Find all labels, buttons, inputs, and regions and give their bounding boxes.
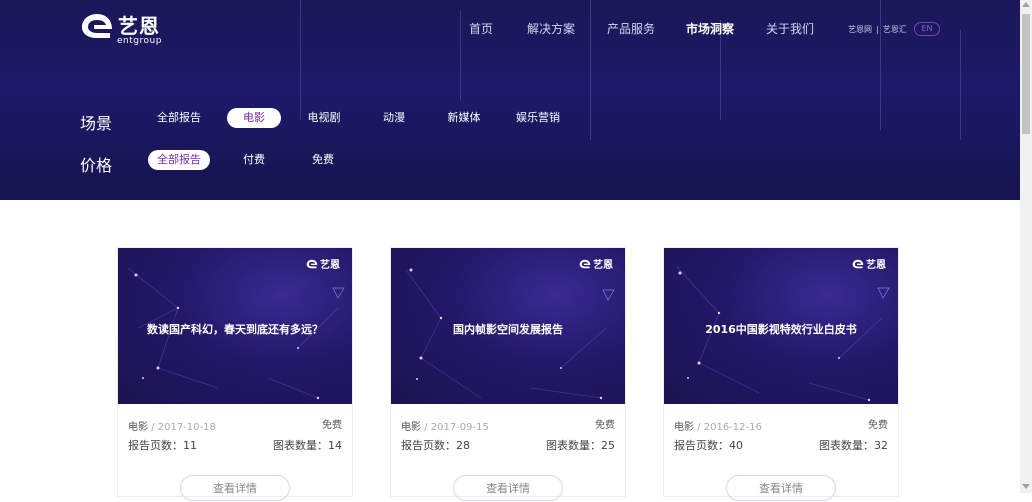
report-meta: 电影 / 2017-09-15 (401, 418, 489, 433)
scene-chip-tv[interactable]: 电视剧 (300, 108, 348, 128)
scene-chip-all[interactable]: 全部报告 (152, 108, 206, 128)
background-streak (460, 10, 461, 100)
sub-link-separator: | (876, 25, 879, 34)
view-details-button[interactable]: 查看详情 (180, 475, 290, 501)
report-card[interactable]: 艺恩 国内帧影空间发展报告 电影 / 2017-09-15 免费 报告页数：28… (390, 247, 626, 501)
report-chart-count: 图表数量：25 (546, 439, 615, 452)
language-toggle-button[interactable]: EN (914, 22, 940, 36)
report-page-count: 报告页数：40 (674, 439, 743, 452)
view-details-button[interactable]: 查看详情 (453, 475, 563, 501)
brand-name-en: entgroup (117, 36, 162, 46)
card-logo-text: 艺恩 (320, 260, 340, 271)
nav-solutions[interactable]: 解决方案 (527, 20, 575, 37)
report-meta: 电影 / 2016-12-16 (674, 418, 762, 433)
report-meta: 电影 / 2017-10-18 (128, 418, 216, 433)
view-details-button[interactable]: 查看详情 (726, 475, 836, 501)
report-cover-image: 艺恩 数读国产科幻，春天到底还有多远？ (118, 248, 352, 404)
report-title: 国内帧影空间发展报告 (453, 323, 563, 336)
price-chip-all[interactable]: 全部报告 (148, 150, 210, 170)
sub-link-entgroup[interactable]: 艺恩网 (848, 25, 872, 34)
report-card[interactable]: 艺恩 数读国产科幻，春天到底还有多远？ 电影 / 2017-10-18 免费 报… (117, 247, 353, 501)
report-cover-image: 艺恩 2016中国影视特效行业白皮书 (664, 248, 898, 404)
report-date: / 2017-10-18 (151, 422, 216, 433)
scene-filter-label: 场景 (80, 114, 113, 133)
report-page-count: 报告页数：11 (128, 439, 197, 452)
scrollbar-thumb[interactable] (1022, 14, 1030, 134)
entgroup-logo-icon (306, 259, 318, 269)
scene-chip-anime[interactable]: 动漫 (374, 108, 414, 128)
report-price: 免费 (595, 420, 615, 431)
price-chip-paid[interactable]: 付费 (236, 150, 272, 170)
nav-market-insight[interactable]: 市场洞察 (686, 20, 734, 37)
price-filter-label: 价格 (80, 156, 113, 175)
report-cover-image: 艺恩 国内帧影空间发展报告 (391, 248, 625, 404)
scroll-down-arrow-icon[interactable] (1022, 484, 1030, 489)
report-title: 数读国产科幻，春天到底还有多远？ (147, 323, 323, 336)
nav-products[interactable]: 产品服务 (607, 20, 655, 37)
report-date: / 2016-12-16 (697, 422, 762, 433)
background-streak (300, 0, 301, 120)
report-date: / 2017-09-15 (424, 422, 489, 433)
report-chart-count: 图表数量：14 (273, 439, 342, 452)
price-chip-free[interactable]: 免费 (305, 150, 341, 170)
nav-home[interactable]: 首页 (469, 20, 493, 37)
report-price: 免费 (322, 420, 342, 431)
background-streak (880, 0, 881, 130)
report-category: 电影 (128, 422, 148, 433)
entgroup-logo-icon (579, 259, 591, 269)
card-logo-text: 艺恩 (866, 260, 886, 271)
report-category: 电影 (674, 422, 694, 433)
brand-logo[interactable]: 艺恩 entgroup (80, 10, 170, 46)
card-brand-logo: 艺恩 (852, 258, 888, 272)
background-streak (590, 0, 591, 140)
sub-links: 艺恩网 | 艺恩汇 (848, 24, 907, 35)
vertical-scrollbar[interactable] (1020, 0, 1032, 493)
scroll-up-arrow-icon[interactable] (1022, 2, 1030, 7)
card-brand-logo: 艺恩 (306, 258, 342, 272)
brand-name-cn: 艺恩 (118, 14, 160, 38)
report-title: 2016中国影视特效行业白皮书 (705, 323, 857, 336)
report-page-count: 报告页数：28 (401, 439, 470, 452)
nav-about[interactable]: 关于我们 (766, 20, 814, 37)
report-price: 免费 (868, 420, 888, 431)
entgroup-logo-icon (852, 259, 864, 269)
background-streak (960, 30, 961, 140)
entgroup-logo-icon (82, 14, 112, 38)
scene-chip-entertainment-marketing[interactable]: 娱乐营销 (512, 108, 564, 128)
report-category: 电影 (401, 422, 421, 433)
hero-banner: 艺恩 entgroup 首页 解决方案 产品服务 市场洞察 关于我们 艺恩网 | 艺… (0, 0, 1020, 200)
card-brand-logo: 艺恩 (579, 258, 615, 272)
card-logo-text: 艺恩 (593, 260, 613, 271)
scene-chip-film[interactable]: 电影 (227, 108, 281, 128)
report-chart-count: 图表数量：32 (819, 439, 888, 452)
report-card[interactable]: 艺恩 2016中国影视特效行业白皮书 电影 / 2016-12-16 免费 报告… (663, 247, 899, 501)
sub-link-enthui[interactable]: 艺恩汇 (883, 25, 907, 34)
scene-chip-new-media[interactable]: 新媒体 (440, 108, 488, 128)
